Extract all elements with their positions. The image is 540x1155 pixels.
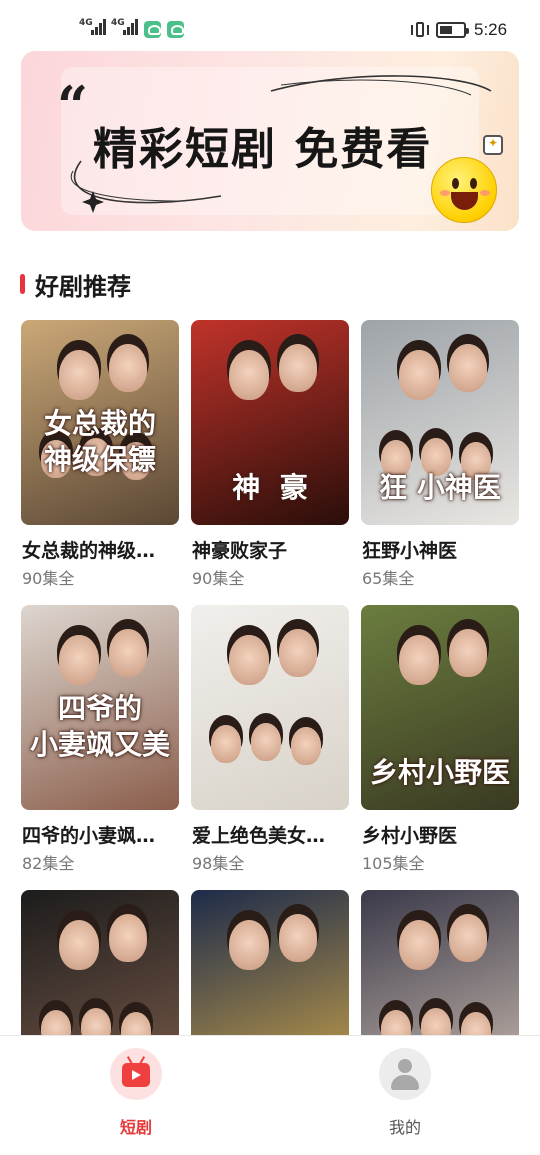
- drama-poster[interactable]: 乡村小野医: [361, 605, 519, 810]
- drama-title: 狂野小神医: [362, 540, 458, 562]
- drama-poster[interactable]: 首富家的: [21, 890, 179, 1035]
- actor-face: [109, 344, 147, 392]
- bottom-tab-bar: 短剧 我的: [0, 1035, 540, 1155]
- tab-profile[interactable]: 我的: [365, 1048, 445, 1138]
- app-notification-icon: [167, 21, 184, 38]
- actor-face: [381, 1010, 411, 1035]
- actor-face: [211, 725, 241, 763]
- drama-card[interactable]: 神 豪神豪败家子 90集全: [191, 320, 349, 595]
- poster-title: 女总裁的 神级保镖: [43, 407, 156, 476]
- drama-card[interactable]: [361, 890, 519, 1035]
- sparkle-badge-icon: [483, 135, 503, 155]
- battery-icon: [436, 22, 469, 38]
- poster-title: 乡村小野医: [369, 756, 510, 789]
- drama-poster[interactable]: 女总裁的 神级保镖: [21, 320, 179, 525]
- cellular-signal-icon: 4G: [79, 18, 106, 35]
- actor-face: [449, 344, 487, 392]
- actor-face: [109, 629, 147, 677]
- actor-face: [59, 635, 99, 685]
- actor-face: [461, 1012, 491, 1035]
- drama-poster[interactable]: [361, 890, 519, 1035]
- tv-play-icon: [122, 1063, 150, 1087]
- app-notification-icon: [144, 21, 161, 38]
- actor-face: [449, 914, 487, 962]
- episode-count: 105集全: [362, 854, 425, 873]
- actor-face: [279, 629, 317, 677]
- actor-face: [279, 914, 317, 962]
- clock: 5:26: [474, 20, 508, 39]
- short-drama-tab-bg: [110, 1048, 162, 1100]
- actor-face: [421, 1008, 451, 1035]
- drama-card[interactable]: 狂 小神医狂野小神医 65集全: [361, 320, 519, 595]
- actor-face: [109, 914, 147, 962]
- actor-face: [251, 723, 281, 761]
- drama-title: 爱上绝色美女…: [192, 825, 326, 847]
- drama-title: 女总裁的神级…: [22, 540, 156, 562]
- tab-short-drama[interactable]: 短剧: [96, 1048, 176, 1138]
- section-header: 好剧推荐: [20, 266, 131, 302]
- actor-face: [399, 635, 439, 685]
- actor-face: [279, 344, 317, 392]
- drama-poster[interactable]: [191, 605, 349, 810]
- drama-poster[interactable]: 狂 小神医: [361, 320, 519, 525]
- drama-card[interactable]: 亿万 BILLIONS OF HEIRS: [191, 890, 349, 1035]
- actor-face: [59, 350, 99, 400]
- smiley-face-icon: [431, 157, 497, 223]
- user-icon: [398, 1059, 412, 1073]
- cellular-signal-icon: 4G: [111, 18, 138, 35]
- actor-face: [229, 635, 269, 685]
- promo-banner[interactable]: “ 精彩短剧 免费看: [21, 51, 519, 231]
- drama-card[interactable]: 首富家的: [21, 890, 179, 1035]
- drama-title: 乡村小野医: [362, 825, 458, 847]
- poster-title: 四爷的 小妻飒又美: [29, 692, 170, 761]
- vibrate-icon: [411, 21, 429, 39]
- tab-label: 短剧: [119, 1118, 152, 1137]
- profile-tab-bg: [379, 1048, 431, 1100]
- drama-poster[interactable]: 四爷的 小妻飒又美: [21, 605, 179, 810]
- episode-count: 82集全: [22, 854, 75, 873]
- actor-face: [399, 350, 439, 400]
- actor-face: [121, 1012, 151, 1035]
- actor-face: [229, 920, 269, 970]
- drama-card[interactable]: 四爷的 小妻飒又美四爷的小妻飒… 82集全: [21, 605, 179, 880]
- drama-title: 四爷的小妻飒…: [22, 825, 156, 847]
- tab-label: 我的: [388, 1118, 421, 1137]
- banner-headline: 精彩短剧 免费看: [93, 124, 433, 175]
- drama-card[interactable]: 爱上绝色美女… 98集全: [191, 605, 349, 880]
- poster-title: 狂 小神医: [379, 471, 501, 504]
- quote-mark: “: [57, 74, 89, 138]
- drama-poster[interactable]: 亿万 BILLIONS OF HEIRS: [191, 890, 349, 1035]
- episode-count: 90集全: [22, 569, 75, 588]
- actor-face: [81, 1008, 111, 1035]
- section-accent-bar: [20, 274, 25, 294]
- drama-card[interactable]: 乡村小野医 乡村小野医 105集全: [361, 605, 519, 880]
- episode-count: 98集全: [192, 854, 245, 873]
- episode-count: 65集全: [362, 569, 415, 588]
- actor-face: [399, 920, 439, 970]
- drama-title: 神豪败家子: [192, 540, 288, 562]
- section-title: 好剧推荐: [35, 272, 131, 301]
- actor-face: [449, 629, 487, 677]
- actor-face: [229, 350, 269, 400]
- drama-card[interactable]: 女总裁的 神级保镖女总裁的神级… 90集全: [21, 320, 179, 595]
- actor-face: [291, 727, 321, 765]
- episode-count: 90集全: [192, 569, 245, 588]
- poster-title: 神 豪: [232, 471, 308, 504]
- drama-poster[interactable]: 神 豪: [191, 320, 349, 525]
- actor-face: [59, 920, 99, 970]
- actor-face: [41, 1010, 71, 1035]
